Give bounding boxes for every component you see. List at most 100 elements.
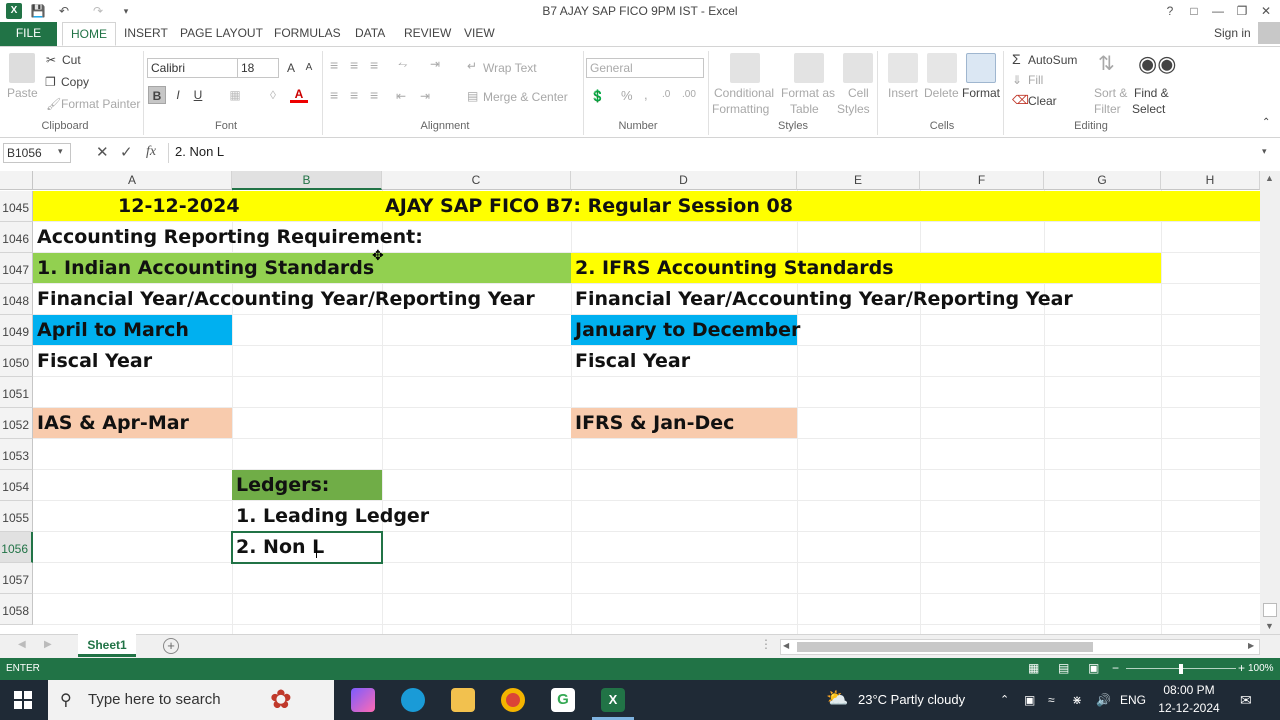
copy-icon[interactable]: ❐ <box>45 75 56 89</box>
fill-icon[interactable]: ⇓ <box>1012 73 1022 87</box>
eraser-icon[interactable]: ⌫ <box>1012 93 1029 107</box>
column-header-h[interactable]: H <box>1161 171 1260 190</box>
tab-home[interactable]: HOME <box>62 22 116 46</box>
grow-font-icon[interactable]: A <box>282 59 300 77</box>
cell-a1047[interactable]: 1. Indian Accounting Standards <box>33 253 374 284</box>
cell-styles-label-2[interactable]: Styles <box>837 102 870 116</box>
paste-button[interactable]: Paste <box>7 86 38 100</box>
autosum-button[interactable]: AutoSum <box>1028 53 1077 67</box>
column-header-c[interactable]: C <box>382 171 571 190</box>
zoom-in-icon[interactable]: + <box>1238 661 1245 675</box>
normal-view-icon[interactable]: ▦ <box>1028 661 1039 675</box>
network-icon[interactable]: ≈ <box>1048 680 1055 720</box>
wifi-icon[interactable]: ⋇ <box>1072 680 1082 720</box>
row-header[interactable]: 1049 <box>0 315 33 346</box>
cell-styles-label-1[interactable]: Cell <box>848 86 869 100</box>
row-header[interactable]: 1058 <box>0 594 33 625</box>
clock-time[interactable]: 08:00 PM <box>1158 683 1220 697</box>
clock-date[interactable]: 12-12-2024 <box>1154 701 1224 715</box>
sign-in-link[interactable]: Sign in <box>1206 22 1259 46</box>
new-sheet-icon[interactable]: + <box>163 638 179 654</box>
conditional-formatting-icon[interactable] <box>730 53 760 83</box>
minimize-button[interactable]: — <box>1208 2 1228 20</box>
accounting-format-icon[interactable]: 💲 <box>590 89 605 103</box>
row-header-selected[interactable]: 1056 <box>0 532 33 563</box>
cell-c1045[interactable]: AJAY SAP FICO B7: Regular Session 08 <box>381 191 793 222</box>
cell-styles-icon[interactable] <box>843 53 873 83</box>
weather-text[interactable]: 23°C Partly cloudy <box>858 680 965 720</box>
scroll-up-icon[interactable]: ▲ <box>1265 173 1274 183</box>
indent-icon[interactable]: ⇥ <box>430 57 440 71</box>
cell-b1056[interactable]: 2. Non L <box>232 532 324 563</box>
column-header-b[interactable]: B <box>232 171 382 190</box>
font-size-select[interactable]: 18 <box>237 58 279 78</box>
decrease-indent-icon[interactable]: ⇤ <box>396 89 406 103</box>
cell-d1049[interactable]: January to December <box>571 315 800 346</box>
column-header-a[interactable]: A <box>33 171 232 190</box>
percent-button[interactable]: % <box>621 88 633 103</box>
avatar[interactable] <box>1258 22 1280 44</box>
row-header[interactable]: 1052 <box>0 408 33 439</box>
expand-formula-bar-icon[interactable]: ▾ <box>1262 146 1267 157</box>
copilot-icon[interactable] <box>351 688 375 712</box>
zoom-level[interactable]: 100% <box>1248 663 1274 674</box>
insert-cells-icon[interactable] <box>888 53 918 83</box>
decrease-decimal-icon[interactable]: .00 <box>682 89 696 100</box>
tab-page-layout[interactable]: PAGE LAYOUT <box>172 22 271 46</box>
sort-filter-label-1[interactable]: Sort & <box>1094 86 1127 100</box>
formula-input[interactable]: 2. Non L <box>168 143 1276 163</box>
wrap-text-button[interactable]: Wrap Text <box>483 61 537 75</box>
cell-a1046[interactable]: Accounting Reporting Requirement: <box>33 222 423 253</box>
excel-taskbar-icon[interactable]: X <box>601 688 625 712</box>
edge-icon[interactable] <box>401 688 425 712</box>
file-explorer-icon[interactable] <box>451 688 475 712</box>
delete-button[interactable]: Delete <box>924 86 959 100</box>
row-header[interactable]: 1050 <box>0 346 33 377</box>
scroll-down-icon[interactable]: ▼ <box>1265 621 1274 631</box>
middle-align-icon[interactable]: ≡ <box>350 57 358 73</box>
tab-view[interactable]: VIEW <box>456 22 503 46</box>
ribbon-display-options-icon[interactable]: □ <box>1184 2 1204 20</box>
column-header-e[interactable]: E <box>797 171 920 190</box>
tab-insert[interactable]: INSERT <box>116 22 176 46</box>
format-button[interactable]: Format <box>962 86 1000 100</box>
close-button[interactable]: ✕ <box>1256 2 1276 20</box>
cell-a1050[interactable]: Fiscal Year <box>33 346 152 377</box>
row-header[interactable]: 1053 <box>0 439 33 470</box>
format-as-table-label-2[interactable]: Table <box>790 102 819 116</box>
show-hidden-icons-icon[interactable]: ⌃ <box>1000 680 1009 720</box>
column-header-g[interactable]: G <box>1044 171 1161 190</box>
windows-start-icon[interactable] <box>14 691 32 709</box>
row-header[interactable]: 1055 <box>0 501 33 532</box>
find-select-label-1[interactable]: Find & <box>1134 86 1169 100</box>
sort-filter-icon[interactable]: ⇅ <box>1098 51 1115 76</box>
wrap-text-icon[interactable]: ↵ <box>467 59 477 73</box>
collapse-ribbon-icon[interactable]: ⌃ <box>1262 117 1270 128</box>
format-as-table-icon[interactable] <box>794 53 824 83</box>
scroll-left-icon[interactable]: ◀ <box>783 641 789 650</box>
autosum-icon[interactable]: Σ <box>1012 51 1021 67</box>
clear-button[interactable]: Clear <box>1028 94 1057 108</box>
cut-button[interactable]: Cut <box>62 53 81 67</box>
cancel-entry-icon[interactable]: ✕ <box>96 143 109 161</box>
notifications-icon[interactable]: ✉ <box>1240 680 1252 720</box>
increase-indent-icon[interactable]: ⇥ <box>420 89 430 103</box>
bottom-align-icon[interactable]: ≡ <box>370 57 378 73</box>
help-button[interactable]: ? <box>1160 2 1180 20</box>
zoom-out-icon[interactable]: − <box>1112 661 1119 675</box>
page-break-view-icon[interactable]: ▣ <box>1088 661 1099 675</box>
copy-button[interactable]: Copy <box>61 75 89 89</box>
tab-formulas[interactable]: FORMULAS <box>266 22 349 46</box>
column-header-f[interactable]: F <box>920 171 1044 190</box>
shrink-font-icon[interactable]: A <box>300 59 318 77</box>
horizontal-scrollbar[interactable]: ◀ ▶ <box>780 639 1260 655</box>
increase-decimal-icon[interactable]: .0 <box>662 89 670 100</box>
binoculars-icon[interactable]: ◉◉ <box>1138 51 1176 77</box>
fill-color-icon[interactable]: ◊ <box>264 86 282 104</box>
row-header[interactable]: 1045 <box>0 191 33 222</box>
row-header[interactable]: 1051 <box>0 377 33 408</box>
top-align-icon[interactable]: ≡ <box>330 57 338 73</box>
borders-icon[interactable]: ▦ <box>226 86 244 104</box>
scroll-right-icon[interactable]: ▶ <box>1248 641 1254 650</box>
insert-button[interactable]: Insert <box>888 86 918 100</box>
